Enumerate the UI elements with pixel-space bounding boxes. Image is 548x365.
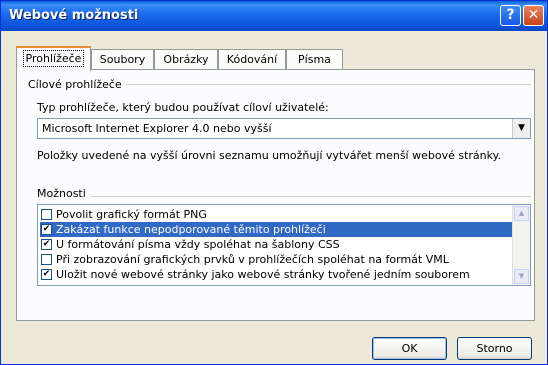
option-label: U formátování písma vždy spoléhat na šab…	[56, 238, 340, 251]
tab-prohlizece[interactable]: Prohlížeče	[16, 46, 91, 71]
option-single-file[interactable]: ✔ Uložit nové webové stránky jako webové…	[40, 267, 514, 282]
tab-obrazky[interactable]: Obrázky	[154, 49, 218, 69]
cancel-button[interactable]: Storno	[457, 337, 532, 360]
tab-label: Písma	[298, 53, 331, 66]
ok-button[interactable]: OK	[372, 337, 447, 360]
option-css[interactable]: ✔ U formátování písma vždy spoléhat na š…	[40, 237, 514, 252]
browser-type-value: Microsoft Internet Explorer 4.0 nebo vyš…	[42, 122, 272, 135]
option-vml[interactable]: Při zobrazování grafických prvků v prohl…	[40, 252, 514, 267]
option-label: Uložit nové webové stránky jako webové s…	[56, 268, 470, 281]
tab-kodovani[interactable]: Kódování	[218, 49, 286, 69]
tab-label: Soubory	[99, 53, 146, 66]
tab-soubory[interactable]: Soubory	[91, 49, 154, 69]
checkbox[interactable]	[41, 254, 52, 265]
option-label: Zakázat funkce nepodporované těmito proh…	[56, 223, 326, 236]
option-label: Při zobrazování grafických prvků v prohl…	[56, 253, 449, 266]
options-scrollbar[interactable]: ▲ ▼	[512, 205, 530, 285]
scroll-down-icon[interactable]: ▼	[514, 269, 529, 284]
window-title: Webové možnosti	[9, 8, 139, 23]
tab-label: Kódování	[226, 53, 278, 66]
browser-type-select[interactable]: Microsoft Internet Explorer 4.0 nebo vyš…	[37, 118, 531, 139]
option-label: Povolit grafický formát PNG	[56, 208, 207, 221]
scroll-up-icon[interactable]: ▲	[514, 206, 529, 221]
chevron-down-icon[interactable]: ▼	[512, 119, 530, 138]
options-group-label: Možnosti	[37, 187, 90, 200]
target-browsers-group-label: Cílové prohlížeče	[28, 78, 126, 91]
browser-type-label: Typ prohlížeče, který budou používat cíl…	[37, 101, 329, 114]
tab-pisma[interactable]: Písma	[286, 49, 343, 69]
options-list[interactable]: Povolit grafický formát PNG ✔ Zakázat fu…	[37, 204, 531, 286]
close-button[interactable]: ✕	[523, 5, 544, 26]
tab-label: Prohlížeče	[22, 50, 85, 67]
dialog-window: Webové možnosti ? ✕ Prohlížeče Soubory O…	[0, 0, 548, 365]
option-disable-unsupported[interactable]: ✔ Zakázat funkce nepodporované těmito pr…	[40, 222, 514, 237]
checkbox[interactable]: ✔	[41, 224, 52, 235]
option-png[interactable]: Povolit grafický formát PNG	[40, 207, 514, 222]
title-bar[interactable]: Webové možnosti ? ✕	[1, 1, 547, 31]
checkbox[interactable]: ✔	[41, 269, 52, 280]
tab-label: Obrázky	[163, 53, 209, 66]
group-divider	[37, 196, 531, 197]
checkbox[interactable]: ✔	[41, 239, 52, 250]
checkbox[interactable]	[41, 209, 52, 220]
browser-note: Položky uvedené na vyšší úrovni seznamu …	[37, 149, 502, 162]
help-button[interactable]: ?	[500, 5, 521, 26]
